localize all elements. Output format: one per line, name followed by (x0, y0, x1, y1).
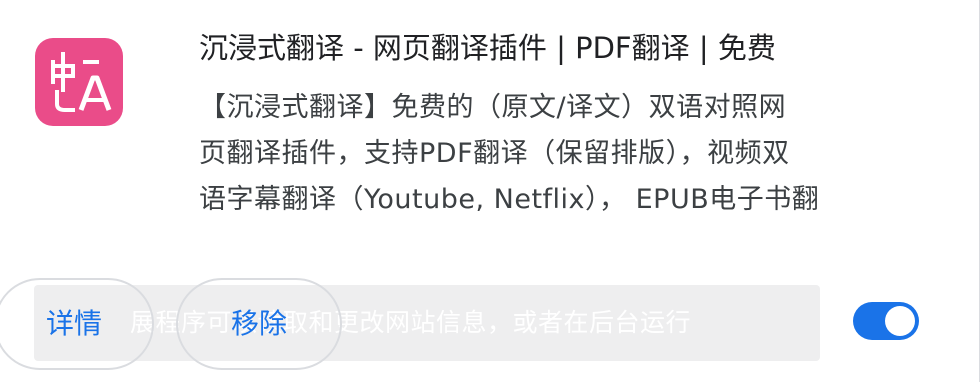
translate-icon-glyph (51, 52, 112, 112)
translate-icon (35, 38, 123, 126)
extension-card: 沉浸式翻译 - 网页翻译插件 | PDF翻译 | 免费 【沉浸式翻译】免费的（原… (0, 0, 980, 382)
details-button[interactable]: 详情 (0, 278, 154, 370)
extension-title: 沉浸式翻译 - 网页翻译插件 | PDF翻译 | 免费 (199, 31, 776, 65)
extension-description: 【沉浸式翻译】免费的（原文/译文）双语对照网 页翻译插件，支持PDF翻译（保留排… (199, 85, 899, 223)
enable-toggle[interactable] (853, 302, 919, 340)
description-line: 【沉浸式翻译】免费的（原文/译文）双语对照网 (199, 92, 787, 123)
description-line: 页翻译插件，支持PDF翻译（保留排版），视频双 (199, 138, 790, 169)
remove-button[interactable]: 移除 (176, 278, 342, 370)
toggle-knob (885, 306, 915, 336)
description-line: 语字幕翻译（Youtube, Netflix）， EPUB电子书翻 (199, 184, 820, 215)
